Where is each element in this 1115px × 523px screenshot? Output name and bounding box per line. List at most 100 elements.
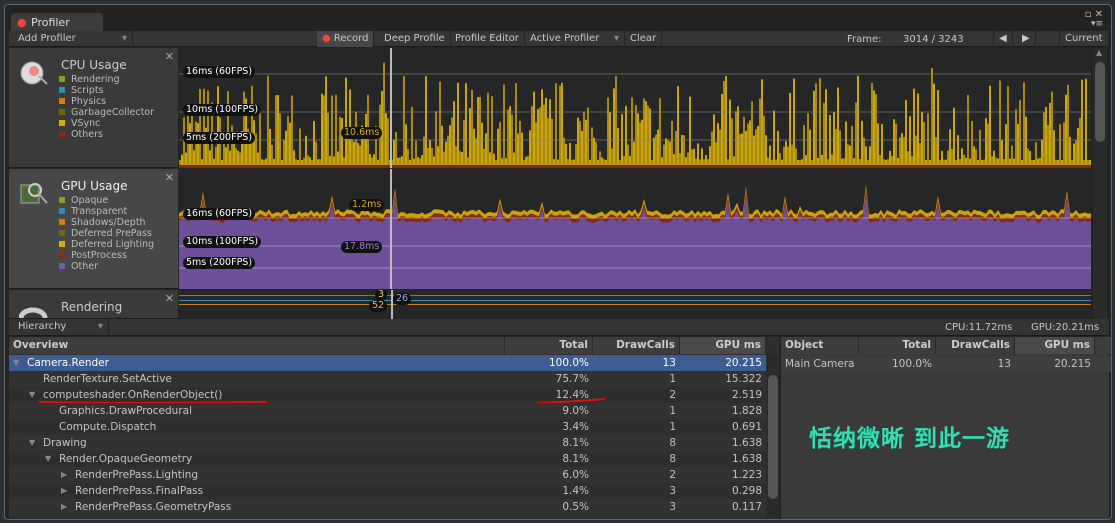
frame-selection-line bbox=[390, 48, 392, 168]
add-profiler-label: Add Profiler bbox=[18, 33, 76, 44]
record-button[interactable]: ● Record bbox=[317, 31, 375, 47]
graph-scrollbar[interactable]: ▲ bbox=[1093, 48, 1107, 320]
scroll-up-icon[interactable]: ▲ bbox=[1096, 48, 1102, 57]
scrollbar-thumb[interactable] bbox=[1095, 62, 1105, 142]
cpu-bar bbox=[1017, 123, 1019, 168]
cpu-others-bar bbox=[427, 165, 429, 168]
column-gpu-ms[interactable]: GPU ms bbox=[1015, 337, 1095, 354]
cpu-others-bar bbox=[357, 165, 359, 168]
cpu-bar bbox=[847, 144, 849, 168]
cpu-others-bar bbox=[519, 165, 521, 168]
cpu-bar bbox=[653, 137, 655, 168]
table-row[interactable]: Graphics.DrawProcedural 9.0% 1 1.828 bbox=[9, 403, 766, 419]
table-row[interactable]: ▶ RenderPrePass.Lighting 6.0% 2 1.223 bbox=[9, 467, 766, 483]
column-drawcalls[interactable]: DrawCalls bbox=[936, 337, 1015, 354]
cpu-others-bar bbox=[1071, 165, 1073, 168]
cpu-bar bbox=[1049, 102, 1051, 168]
hierarchy-mode-dropdown[interactable]: Hierarchy ▾ bbox=[13, 319, 109, 335]
cpu-others-bar bbox=[429, 165, 431, 168]
scrollbar-thumb[interactable] bbox=[768, 375, 778, 499]
cpu-bar bbox=[587, 107, 589, 168]
cpu-bar bbox=[839, 130, 841, 168]
column-object[interactable]: Object bbox=[781, 337, 859, 354]
profile-editor-button[interactable]: Profile Editor bbox=[450, 31, 525, 47]
cpu-others-bar bbox=[877, 165, 879, 168]
cpu-bar bbox=[491, 96, 493, 168]
cpu-others-bar bbox=[267, 165, 269, 168]
close-icon[interactable]: ✕ bbox=[165, 171, 174, 184]
cpu-others-bar bbox=[871, 165, 873, 168]
next-frame-button[interactable]: ▶ bbox=[1017, 31, 1036, 47]
close-icon[interactable]: ✕ bbox=[165, 292, 174, 305]
cpu-others-bar bbox=[825, 165, 827, 168]
object-row[interactable]: Main Camera 100.0% 13 20.215 bbox=[781, 356, 1111, 372]
cpu-others-bar bbox=[759, 165, 761, 168]
table-row[interactable]: ▼ Camera.Render 100.0% 13 20.215 bbox=[9, 355, 766, 371]
cpu-others-bar bbox=[893, 165, 895, 168]
column-overview[interactable]: Overview bbox=[9, 337, 505, 354]
rendering-legend[interactable]: Rendering ✕ bbox=[9, 290, 178, 319]
prev-frame-button[interactable]: ◀ bbox=[993, 31, 1013, 47]
cpu-bar bbox=[807, 113, 809, 168]
cpu-bar bbox=[719, 129, 721, 168]
cpu-bar bbox=[777, 130, 779, 168]
cpu-usage-graph[interactable]: 16ms (60FPS) 10ms (100FPS) 5ms (200FPS) … bbox=[179, 48, 1091, 168]
table-row[interactable]: ▶ RenderPrePass.FinalPass 1.4% 3 0.298 bbox=[9, 483, 766, 499]
cpu-others-bar bbox=[339, 165, 341, 168]
add-profiler-dropdown[interactable]: Add Profiler ▾ bbox=[13, 31, 133, 47]
expand-open-icon[interactable]: ▼ bbox=[45, 451, 51, 467]
cpu-others-bar bbox=[1055, 165, 1057, 168]
hierarchy-table: Overview Total DrawCalls GPU ms ▼ Camera.… bbox=[9, 337, 779, 519]
row-gpu-ms: 1.638 bbox=[731, 437, 762, 449]
menu-icon[interactable]: ▾≡ bbox=[1091, 19, 1103, 29]
cpu-bar bbox=[639, 122, 641, 168]
legend-swatch bbox=[59, 87, 65, 93]
expand-open-icon[interactable]: ▼ bbox=[29, 435, 35, 451]
expand-closed-icon[interactable]: ▶ bbox=[61, 499, 67, 515]
clear-button[interactable]: Clear bbox=[625, 31, 663, 47]
table-scrollbar[interactable] bbox=[767, 355, 779, 519]
cpu-others-bar bbox=[345, 165, 347, 168]
table-row[interactable]: ▼ Drawing 8.1% 8 1.638 bbox=[9, 435, 766, 451]
row-drawcalls: 2 bbox=[669, 389, 676, 401]
active-profiler-dropdown[interactable]: Active Profiler ▾ bbox=[525, 31, 625, 47]
expand-open-icon[interactable]: ▼ bbox=[13, 355, 19, 371]
cpu-usage-legend[interactable]: CPU Usage Rendering Scripts Physics Garbage… bbox=[9, 48, 178, 168]
cpu-bar bbox=[581, 130, 583, 168]
rendering-title: Rendering bbox=[61, 300, 123, 314]
deep-profile-button[interactable]: Deep Profile bbox=[379, 31, 451, 47]
table-row[interactable]: ▼ Render.OpaqueGeometry 8.1% 8 1.638 bbox=[9, 451, 766, 467]
column-total[interactable]: Total bbox=[505, 337, 593, 354]
frame-value: 3014 / 3243 bbox=[903, 34, 964, 45]
gpu-line-label-5ms: 5ms (200FPS) bbox=[183, 257, 256, 269]
expand-closed-icon[interactable]: ▶ bbox=[61, 467, 67, 483]
cpu-others-bar bbox=[979, 165, 981, 168]
cpu-others-bar bbox=[243, 165, 245, 168]
table-row[interactable]: ▶ RenderPrePass.GeometryPass 0.5% 3 0.117 bbox=[9, 499, 766, 515]
cpu-others-bar bbox=[667, 165, 669, 168]
close-icon[interactable]: ✕ bbox=[165, 50, 174, 63]
table-row[interactable]: Compute.Dispatch 3.4% 1 0.691 bbox=[9, 419, 766, 435]
column-drawcalls[interactable]: DrawCalls bbox=[593, 337, 680, 354]
tab-profiler[interactable]: ● Profiler bbox=[11, 13, 103, 33]
cpu-others-bar bbox=[583, 165, 585, 168]
cpu-others-bar bbox=[675, 165, 677, 168]
cpu-others-bar bbox=[905, 165, 907, 168]
cpu-others-bar bbox=[1013, 165, 1015, 168]
cpu-bar bbox=[875, 94, 877, 168]
current-frame-button[interactable]: Current bbox=[1059, 31, 1109, 47]
rendering-graph[interactable]: 3 26 52 bbox=[179, 290, 1091, 319]
table-row[interactable]: RenderTexture.SetActive 75.7% 1 15.322 bbox=[9, 371, 766, 387]
table-row[interactable]: ▼ computeshader.OnRenderObject() 12.4% 2 2.5… bbox=[9, 387, 766, 404]
gpu-usage-graph[interactable]: 16ms (60FPS) 10ms (100FPS) 5ms (200FPS) … bbox=[179, 169, 1091, 289]
cpu-others-bar bbox=[1065, 165, 1067, 168]
cpu-others-bar bbox=[299, 165, 301, 168]
column-gpu-ms[interactable]: GPU ms bbox=[680, 337, 766, 354]
cpu-bar bbox=[999, 80, 1001, 168]
gpu-usage-legend[interactable]: GPU Usage Opaque Transparent Shadows/Depth… bbox=[9, 169, 178, 289]
cpu-others-bar bbox=[459, 165, 461, 168]
expand-closed-icon[interactable]: ▶ bbox=[61, 483, 67, 499]
column-total[interactable]: Total bbox=[859, 337, 936, 354]
expand-open-icon[interactable]: ▼ bbox=[29, 387, 35, 403]
cpu-others-bar bbox=[201, 165, 203, 168]
